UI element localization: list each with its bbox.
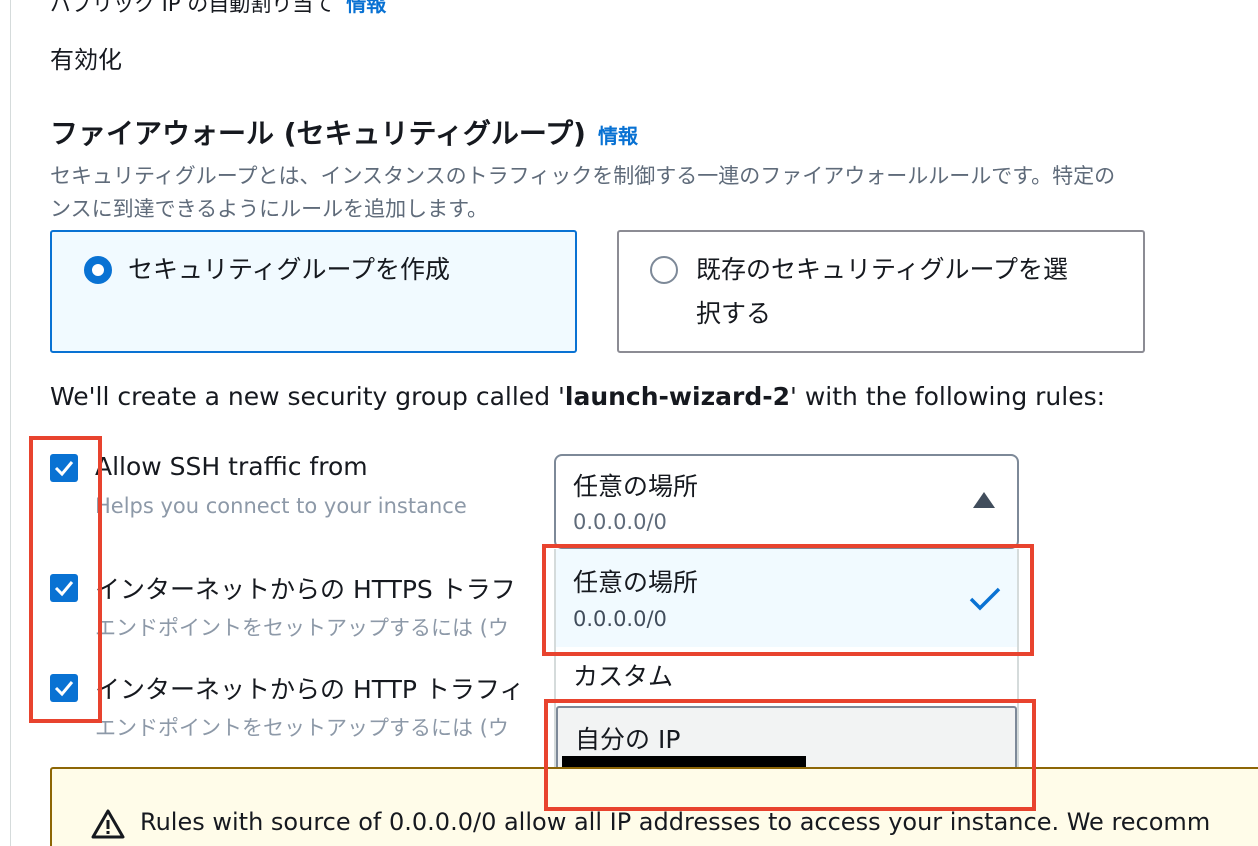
http-rule-description: エンドポイントをセットアップするには (ウ: [95, 716, 509, 740]
existing-security-group-label-line-2: 択する: [696, 299, 772, 328]
existing-security-group-radio[interactable]: [650, 256, 678, 284]
warning-alert-text: Rules with source of 0.0.0.0/0 allow all…: [140, 808, 1211, 836]
existing-security-group-label: 既存のセキュリティグループを選 択する: [696, 248, 1068, 336]
ssh-source-selected-value: 0.0.0.0/0: [573, 510, 667, 534]
option-custom[interactable]: カスタム: [573, 657, 673, 693]
ssh-source-selected-label: 任意の場所: [573, 472, 699, 501]
annotation-checkboxes-highlight: [29, 436, 102, 723]
public-ip-info-link[interactable]: 情報: [346, 0, 386, 16]
https-rule-label: インターネットからの HTTPS トラフ: [95, 575, 516, 604]
annotation-my-ip-highlight: [544, 699, 1036, 811]
public-ip-value: 有効化: [50, 46, 122, 74]
left-divider: [10, 0, 11, 846]
firewall-description: セキュリティグループとは、インスタンスのトラフィックを制御する一連のファイアウォ…: [50, 160, 1258, 226]
firewall-info-link[interactable]: 情報: [598, 124, 638, 148]
http-rule-label: インターネットからの HTTP トラフィ: [95, 675, 525, 704]
create-security-group-label: セキュリティグループを作成: [128, 255, 451, 284]
rules-intro-prefix: We'll create a new security group called…: [50, 382, 565, 411]
warning-icon: [91, 809, 125, 839]
https-rule-description: エンドポイントをセットアップするには (ウ: [95, 616, 509, 640]
firewall-heading-text: ファイアウォール (セキュリティグループ): [50, 117, 586, 150]
public-ip-label-text: パブリック IP の自動割り当て: [50, 0, 335, 16]
create-security-group-radio[interactable]: [84, 256, 112, 284]
firewall-heading: ファイアウォール (セキュリティグループ) 情報: [50, 112, 638, 152]
annotation-anywhere-highlight: [542, 544, 1034, 656]
existing-security-group-label-line-1: 既存のセキュリティグループを選: [696, 255, 1069, 284]
caret-up-icon[interactable]: [973, 492, 995, 508]
rules-intro: We'll create a new security group called…: [50, 382, 1105, 411]
public-ip-label: パブリック IP の自動割り当て 情報: [50, 0, 386, 18]
firewall-description-line-2: ンスに到達できるようにルールを追加します。: [50, 197, 489, 221]
firewall-description-line-1: セキュリティグループとは、インスタンスのトラフィックを制御する一連のファイアウォ…: [50, 164, 1116, 188]
ssh-rule-label: Allow SSH traffic from: [95, 452, 368, 481]
rules-intro-suffix: ' with the following rules:: [790, 382, 1106, 411]
ssh-rule-description: Helps you connect to your instance: [95, 494, 467, 518]
security-group-name: launch-wizard-2: [564, 382, 791, 411]
